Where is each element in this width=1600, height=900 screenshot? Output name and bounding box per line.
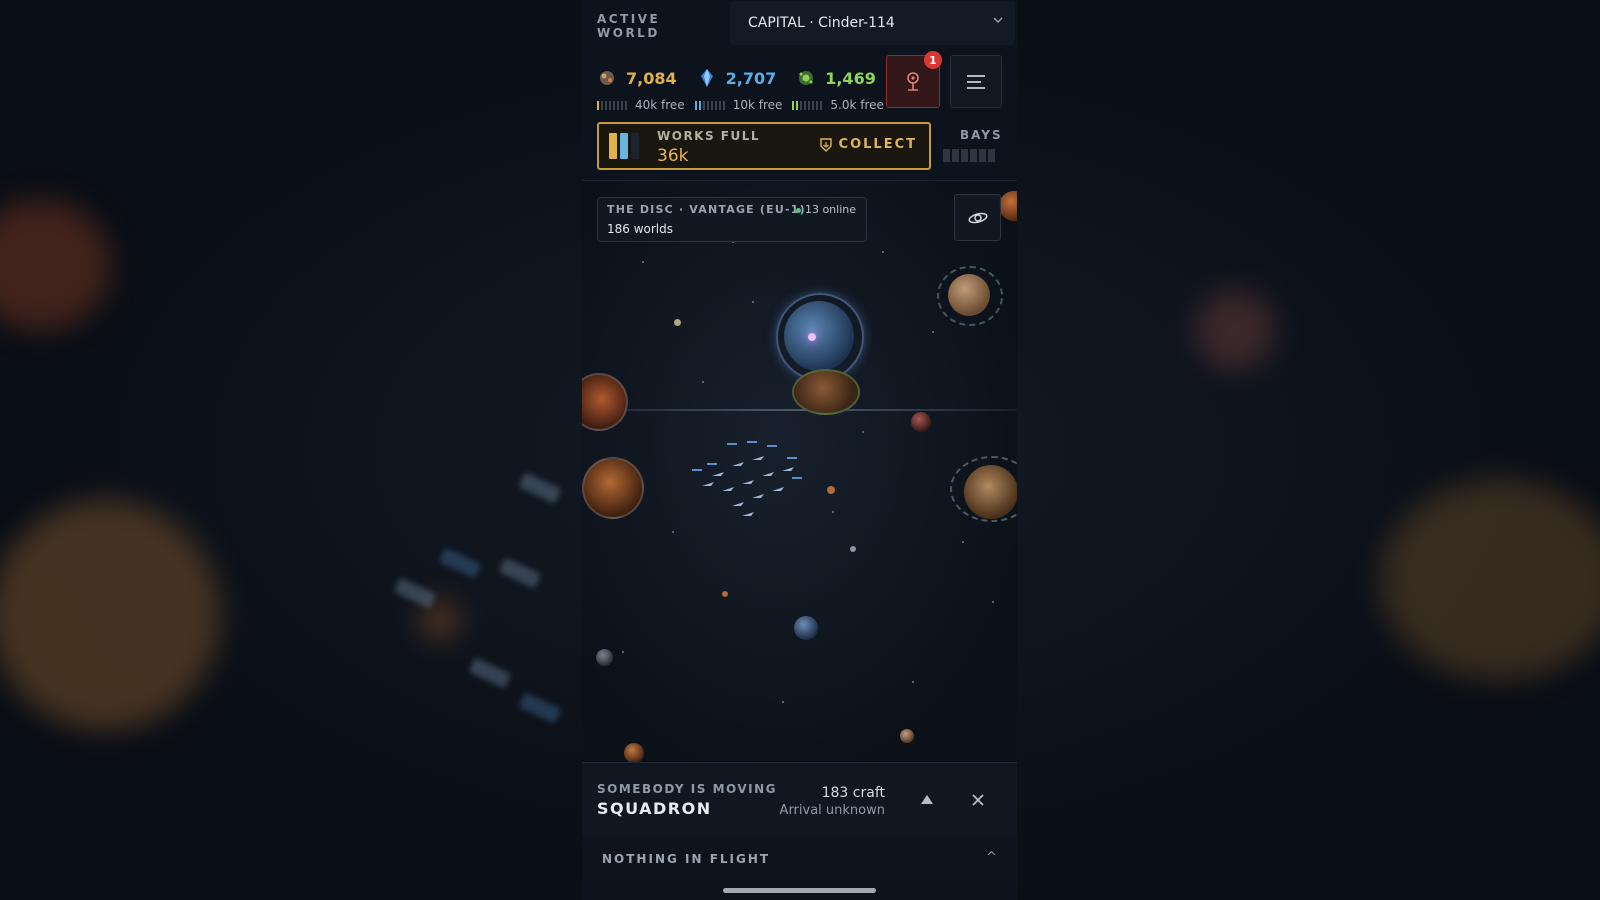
menu-button[interactable] — [950, 55, 1002, 108]
bio-value: 1,469 — [825, 68, 876, 88]
flight-label: NOTHING IN FLIGHT — [602, 852, 771, 866]
region-name: THE DISC · VANTAGE (EU-1) — [607, 203, 806, 216]
world-count: 186 worlds — [607, 222, 674, 236]
menu-icon — [967, 74, 985, 89]
planet-bottom-left[interactable] — [624, 743, 644, 763]
moon-3[interactable] — [722, 591, 728, 597]
online-label: 13 online — [804, 203, 856, 216]
resource-ore[interactable]: 7,084 — [597, 68, 677, 88]
ore-storage-meter — [597, 100, 627, 110]
bays-label: BAYS — [960, 128, 1003, 142]
works-amount: 36k — [657, 146, 689, 166]
works-capacity-bars — [609, 133, 639, 159]
online-count: 13 online — [795, 203, 856, 216]
home-indicator[interactable] — [723, 888, 876, 893]
game-screen: ACTIVE WORLD CAPITAL · Cinder-114 7,084 … — [582, 0, 1017, 900]
crystal-value: 2,707 — [725, 68, 777, 88]
crystal-free: 10k free — [732, 98, 783, 112]
moon-2[interactable] — [827, 486, 835, 494]
arrival-time: Arrival unknown — [779, 803, 885, 818]
beacon-icon — [907, 71, 919, 91]
flight-panel[interactable]: NOTHING IN FLIGHT ^ — [582, 838, 1017, 882]
shield-download-icon — [819, 137, 832, 152]
star-map[interactable]: THE DISC · VANTAGE (EU-1) 13 online 186 … — [582, 180, 1017, 763]
view-toggle-button[interactable] — [954, 194, 1001, 241]
capital-marker — [808, 333, 816, 341]
bays-meter[interactable] — [943, 149, 995, 162]
triangle-up-icon[interactable] — [919, 792, 935, 808]
crystal-icon — [700, 69, 713, 87]
active-world-label: ACTIVE WORLD — [597, 12, 661, 40]
crystal-storage: 10k free — [694, 98, 783, 112]
ore-free: 40k free — [635, 98, 685, 112]
resource-bio[interactable]: 1,469 — [796, 68, 876, 88]
orbit-view-icon — [967, 212, 988, 223]
world-select-value: CAPITAL · Cinder-114 — [748, 15, 895, 31]
planet-ne-edge[interactable] — [999, 191, 1017, 221]
resource-bar: 7,084 2,707 1,469 — [597, 68, 876, 88]
moon-1[interactable] — [674, 319, 681, 326]
bio-icon — [799, 71, 814, 85]
online-dot — [795, 207, 801, 213]
planet-ne[interactable] — [948, 274, 990, 316]
storage-row: 40k free 10k free 5.0k free — [597, 98, 894, 112]
planet-green-ring[interactable] — [792, 369, 860, 415]
disc-horizon — [582, 409, 1017, 411]
movement-name: SQUADRON — [597, 799, 712, 818]
alert-badge: 1 — [924, 51, 942, 69]
bio-free: 5.0k free — [830, 98, 884, 112]
planet-small-red[interactable] — [911, 412, 931, 432]
craft-count: 183 craft — [821, 785, 885, 801]
planet-sw[interactable] — [582, 457, 644, 519]
world-select[interactable]: CAPITAL · Cinder-114 — [730, 1, 1015, 45]
bio-storage-meter — [792, 100, 823, 110]
planet-e[interactable] — [964, 465, 1017, 519]
collect-label: COLLECT — [838, 137, 917, 152]
close-icon[interactable] — [969, 791, 987, 809]
ore-storage: 40k free — [597, 98, 685, 112]
ore-icon — [600, 71, 614, 85]
planet-w[interactable] — [582, 373, 628, 431]
planet-blue-small[interactable] — [794, 616, 818, 640]
planet-bottom-right[interactable] — [900, 729, 914, 743]
chevron-down-icon — [993, 17, 1003, 23]
bio-storage: 5.0k free — [792, 98, 884, 112]
collect-button[interactable]: COLLECT — [819, 137, 917, 152]
works-panel: WORKS FULL 36k COLLECT — [597, 122, 931, 170]
moon-4[interactable] — [850, 546, 856, 552]
fleet-cluster[interactable] — [682, 436, 822, 536]
movement-label: SOMEBODY IS MOVING — [597, 782, 778, 796]
crystal-storage-meter — [694, 100, 725, 110]
resource-crystal[interactable]: 2,707 — [697, 68, 777, 88]
planet-grey-small[interactable] — [596, 649, 613, 666]
ore-value: 7,084 — [626, 68, 677, 88]
region-info-card: THE DISC · VANTAGE (EU-1) 13 online 186 … — [597, 197, 867, 242]
works-label: WORKS FULL — [657, 129, 761, 143]
movement-panel[interactable]: SOMEBODY IS MOVING SQUADRON 183 craft Ar… — [582, 762, 1017, 837]
capital-planet[interactable] — [784, 301, 854, 371]
caret-up-icon[interactable]: ^ — [986, 850, 997, 865]
header: ACTIVE WORLD CAPITAL · Cinder-114 — [597, 1, 1015, 45]
